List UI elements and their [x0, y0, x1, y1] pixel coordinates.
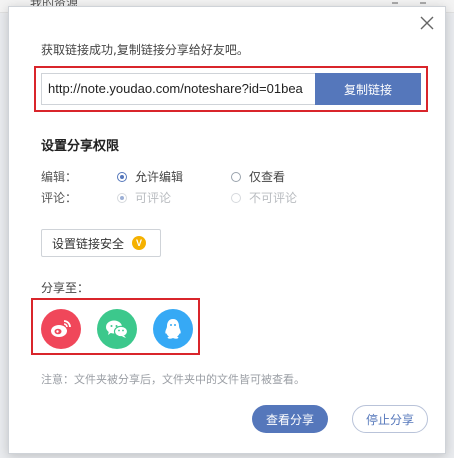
radio-allow-edit-label: 允许编辑 — [135, 170, 184, 184]
edit-permission-row: 编辑： 允许编辑 仅查看 — [41, 168, 421, 186]
share-dialog: 获取链接成功,复制链接分享给好友吧。 复制链接 设置分享权限 编辑： 允许编辑 … — [8, 6, 446, 454]
radio-view-only-indicator[interactable] — [231, 171, 241, 182]
radio-can-comment[interactable]: 可评论 — [117, 189, 171, 206]
edit-permission-label: 编辑： — [41, 170, 78, 184]
radio-allow-edit-indicator[interactable] — [117, 171, 127, 182]
vip-badge-icon: V — [132, 236, 147, 250]
qq-icon — [165, 319, 181, 339]
share-weibo-button[interactable] — [41, 309, 81, 349]
radio-view-only[interactable]: 仅查看 — [231, 168, 285, 185]
view-share-button[interactable]: 查看分享 — [252, 405, 328, 433]
success-message: 获取链接成功,复制链接分享给好友吧。 — [41, 43, 249, 57]
stop-share-button[interactable]: 停止分享 — [352, 405, 428, 433]
radio-view-only-label: 仅查看 — [249, 170, 286, 184]
wechat-icon — [106, 320, 129, 338]
radio-can-comment-label: 可评论 — [135, 191, 172, 205]
comment-permission-label: 评论： — [41, 191, 78, 205]
radio-can-comment-indicator[interactable] — [117, 192, 127, 203]
permissions-title: 设置分享权限 — [41, 139, 120, 154]
radio-allow-edit[interactable]: 允许编辑 — [117, 168, 183, 185]
comment-permission-row: 评论： 可评论 不可评论 — [41, 189, 421, 207]
share-qq-button[interactable] — [153, 309, 193, 349]
share-note: 注意：文件夹被分享后，文件夹中的文件皆可被查看。 — [41, 373, 305, 386]
window-control-icon — [420, 2, 426, 4]
radio-no-comment-label: 不可评论 — [249, 191, 298, 205]
minimize-icon — [392, 2, 398, 4]
close-button[interactable] — [419, 15, 435, 31]
link-security-label: 设置链接安全 — [52, 236, 125, 251]
copy-link-button[interactable]: 复制链接 — [315, 73, 421, 105]
share-link-input[interactable] — [41, 73, 315, 105]
radio-no-comment-indicator[interactable] — [231, 192, 241, 203]
share-wechat-button[interactable] — [97, 309, 137, 349]
link-security-button[interactable]: 设置链接安全 V — [41, 229, 161, 257]
share-link-row: 复制链接 — [41, 73, 421, 105]
share-to-label: 分享至： — [41, 281, 90, 295]
weibo-icon — [51, 320, 71, 337]
radio-no-comment[interactable]: 不可评论 — [231, 189, 297, 206]
close-icon — [420, 16, 434, 30]
